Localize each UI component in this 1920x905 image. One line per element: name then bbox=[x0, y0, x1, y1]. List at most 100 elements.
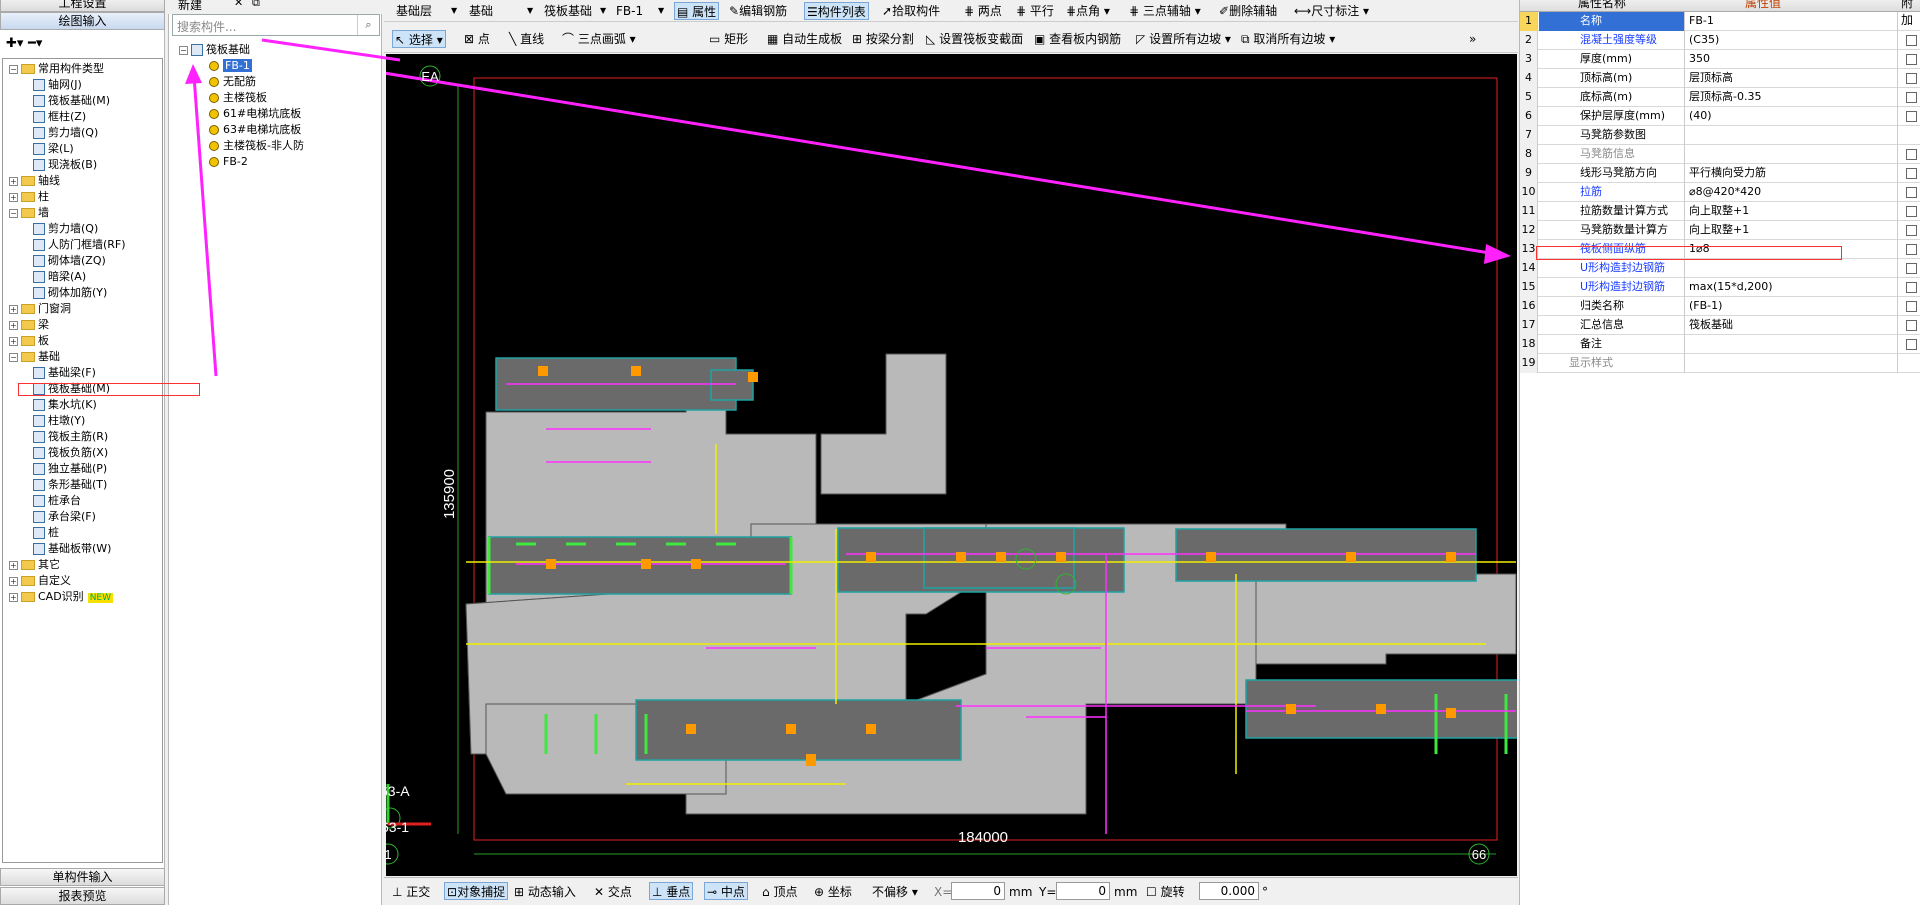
attach-checkbox[interactable] bbox=[1898, 69, 1920, 88]
set-edge-slope-button[interactable]: ◸ 设置所有边坡 ▾ bbox=[1136, 30, 1231, 48]
attach-checkbox[interactable] bbox=[1898, 183, 1920, 202]
tree-item[interactable]: 条形基础(T) bbox=[33, 477, 107, 493]
property-value[interactable]: ⌀8@420*420 bbox=[1686, 183, 1898, 202]
tree-folder[interactable]: + 自定义 bbox=[9, 573, 71, 589]
tree-item[interactable]: 承台梁(F) bbox=[33, 509, 96, 525]
more-icon[interactable]: » bbox=[1469, 30, 1476, 48]
property-row[interactable]: 5 底标高(m) 层顶标高-0.35 bbox=[1520, 88, 1920, 107]
split-by-beam-button[interactable]: ⊞ 按梁分割 bbox=[852, 30, 914, 48]
edit-rebar-button[interactable]: ✎编辑钢筋 bbox=[729, 2, 787, 20]
intersection-snap-button[interactable]: ✕ 交点 bbox=[594, 883, 632, 901]
rect-button[interactable]: ▭ 矩形 bbox=[709, 30, 748, 48]
point-button[interactable]: ⊠ 点 bbox=[464, 30, 490, 48]
property-value[interactable] bbox=[1686, 335, 1898, 354]
rotate-checkbox[interactable]: ☐ 旋转 bbox=[1146, 883, 1185, 901]
expand-icon[interactable]: + bbox=[9, 592, 18, 602]
property-row[interactable]: 18 备注 bbox=[1520, 335, 1920, 354]
property-value[interactable]: max(15*d,200) bbox=[1686, 278, 1898, 297]
chevron-down-icon[interactable]: ▼ bbox=[658, 2, 664, 20]
coordinate-snap-button[interactable]: ⊕ 坐标 bbox=[814, 883, 852, 901]
property-row[interactable]: 4 顶标高(m) 层顶标高 bbox=[1520, 69, 1920, 88]
ortho-button[interactable]: ⊥ 正交 bbox=[392, 883, 430, 901]
property-value[interactable]: 筏板基础 bbox=[1686, 316, 1898, 335]
attach-checkbox[interactable] bbox=[1898, 50, 1920, 69]
x-input[interactable]: 0 bbox=[951, 881, 1005, 900]
attach-checkbox[interactable] bbox=[1898, 88, 1920, 107]
property-value[interactable] bbox=[1686, 259, 1898, 278]
property-value[interactable]: 350 bbox=[1686, 50, 1898, 69]
chevron-down-icon[interactable]: ▼ bbox=[600, 2, 606, 20]
property-row[interactable]: 19 显示样式 bbox=[1520, 354, 1920, 373]
attach-checkbox[interactable] bbox=[1898, 259, 1920, 278]
attach-checkbox[interactable] bbox=[1898, 240, 1920, 259]
tree-item[interactable]: 桩 bbox=[33, 525, 59, 541]
chevron-down-icon[interactable]: ▼ bbox=[527, 2, 533, 20]
attach-checkbox[interactable] bbox=[1898, 335, 1920, 354]
vertex-snap-button[interactable]: ⌂ 顶点 bbox=[762, 883, 797, 901]
expand-icon[interactable]: + bbox=[9, 576, 18, 586]
report-preview-button[interactable]: 报表预览 bbox=[0, 887, 165, 905]
delete-aux-button[interactable]: ✐删除辅轴 bbox=[1219, 2, 1277, 20]
property-value[interactable]: (40) bbox=[1686, 107, 1898, 126]
line-button[interactable]: ╲ 直线 bbox=[509, 30, 544, 48]
arc-button[interactable]: ⌒ 三点画弧 ▾ bbox=[562, 30, 636, 48]
property-row[interactable]: 1 名称 FB-1 bbox=[1520, 12, 1920, 31]
midpoint-snap-button[interactable]: ⊸ 中点 bbox=[704, 882, 748, 900]
attach-checkbox[interactable] bbox=[1898, 202, 1920, 221]
property-row[interactable]: 9 线形马凳筋方向 平行横向受力筋 bbox=[1520, 164, 1920, 183]
pick-component-button[interactable]: ➚拾取构件 bbox=[882, 2, 940, 20]
single-component-input-button[interactable]: 单构件输入 bbox=[0, 868, 165, 886]
property-row[interactable]: 16 归类名称 (FB-1) bbox=[1520, 297, 1920, 316]
property-value[interactable]: (FB-1) bbox=[1686, 297, 1898, 316]
property-value[interactable] bbox=[1686, 126, 1898, 145]
property-row[interactable]: 17 汇总信息 筏板基础 bbox=[1520, 316, 1920, 335]
property-row[interactable]: 14 U形构造封边钢筋 bbox=[1520, 259, 1920, 278]
expand-icon[interactable]: + bbox=[9, 560, 18, 570]
y-input[interactable]: 0 bbox=[1056, 881, 1110, 900]
tree-item[interactable]: 独立基础(P) bbox=[33, 461, 107, 477]
property-value[interactable]: 层顶标高 bbox=[1686, 69, 1898, 88]
offset-mode-select[interactable]: 不偏移 ▾ bbox=[872, 883, 918, 901]
tree-folder[interactable]: + CAD识别 NEW bbox=[9, 589, 114, 605]
rotate-input[interactable]: 0.000 bbox=[1199, 881, 1259, 900]
attach-checkbox[interactable] bbox=[1898, 297, 1920, 316]
property-row[interactable]: 7 马凳筋参数图 bbox=[1520, 126, 1920, 145]
parallel-button[interactable]: ⋕ 平行 bbox=[1016, 2, 1054, 20]
property-row[interactable]: 15 U形构造封边钢筋 max(15*d,200) bbox=[1520, 278, 1920, 297]
property-row[interactable]: 12 马凳筋数量计算方 向上取整+1 bbox=[1520, 221, 1920, 240]
property-value[interactable]: 向上取整+1 bbox=[1686, 221, 1898, 240]
floor-select[interactable]: 基础层 bbox=[396, 2, 432, 20]
element-select[interactable]: FB-1 bbox=[616, 2, 643, 20]
three-point-aux-button[interactable]: ⋕ 三点辅轴 ▾ bbox=[1129, 2, 1201, 20]
attach-checkbox[interactable] bbox=[1898, 145, 1920, 164]
attach-checkbox[interactable] bbox=[1898, 278, 1920, 297]
property-row[interactable]: 2 混凝土强度等级 (C35) bbox=[1520, 31, 1920, 50]
dynamic-input-button[interactable]: ⊞ 动态输入 bbox=[514, 883, 576, 901]
point-angle-button[interactable]: ⋕点角 ▾ bbox=[1066, 2, 1110, 20]
property-row[interactable]: 11 拉筋数量计算方式 向上取整+1 bbox=[1520, 202, 1920, 221]
select-button[interactable]: ↖ 选择 ▾ bbox=[392, 30, 446, 48]
property-value[interactable]: (C35) bbox=[1686, 31, 1898, 50]
tree-item[interactable]: 桩承台 bbox=[33, 493, 81, 509]
attach-checkbox[interactable] bbox=[1898, 221, 1920, 240]
tree-item[interactable]: 基础板带(W) bbox=[33, 541, 111, 557]
property-value[interactable]: 向上取整+1 bbox=[1686, 202, 1898, 221]
property-value[interactable]: 平行横向受力筋 bbox=[1686, 164, 1898, 183]
attach-checkbox[interactable] bbox=[1898, 164, 1920, 183]
perpendicular-snap-button[interactable]: ⊥ 垂点 bbox=[649, 882, 694, 900]
type-select[interactable]: 筏板基础 bbox=[544, 2, 592, 20]
property-row[interactable]: 3 厚度(mm) 350 bbox=[1520, 50, 1920, 69]
property-row[interactable]: 10 拉筋 ⌀8@420*420 bbox=[1520, 183, 1920, 202]
property-row[interactable]: 6 保护层厚度(mm) (40) bbox=[1520, 107, 1920, 126]
attach-checkbox[interactable] bbox=[1898, 316, 1920, 335]
attach-checkbox[interactable] bbox=[1898, 107, 1920, 126]
dimension-button[interactable]: ⟷尺寸标注 ▾ bbox=[1294, 2, 1369, 20]
object-snap-button[interactable]: ⊡对象捕捉 bbox=[444, 882, 509, 900]
property-value[interactable]: 层顶标高-0.35 bbox=[1686, 88, 1898, 107]
tree-item[interactable]: 筏板主筋(R) bbox=[33, 429, 108, 445]
view-rebar-button[interactable]: ▣ 查看板内钢筋 bbox=[1034, 30, 1121, 48]
auto-gen-button[interactable]: ▦ 自动生成板 bbox=[767, 30, 842, 48]
attach-checkbox[interactable] bbox=[1898, 31, 1920, 50]
property-row[interactable]: 8 马凳筋信息 bbox=[1520, 145, 1920, 164]
category-select[interactable]: 基础 bbox=[469, 2, 493, 20]
